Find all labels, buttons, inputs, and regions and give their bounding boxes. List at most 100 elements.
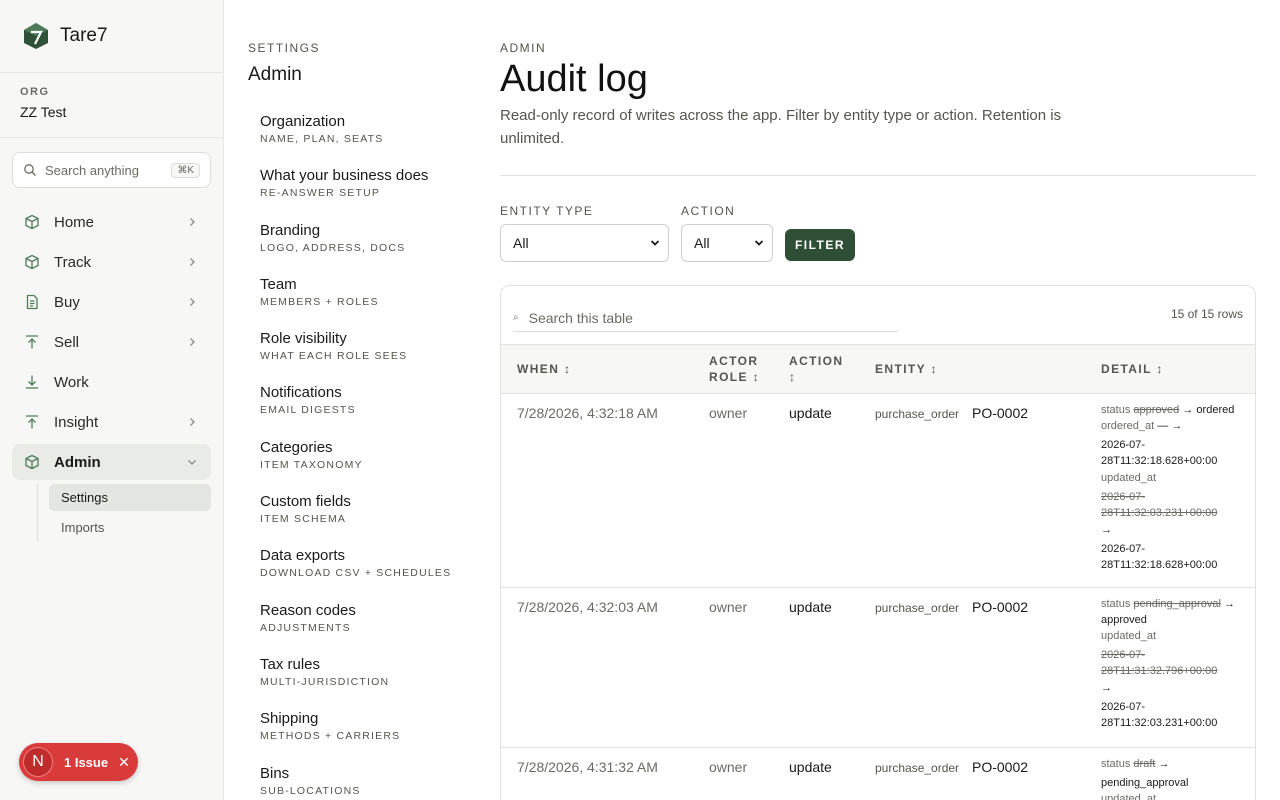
detail-new: approved (1101, 614, 1147, 626)
nav-item-work[interactable]: Work (12, 364, 211, 400)
settings-item-name: Organization (260, 113, 346, 130)
column-header-action[interactable]: ACTION ↕ (789, 353, 843, 385)
arrow-icon: → (1223, 598, 1235, 610)
nav-item-track[interactable]: Track (12, 244, 211, 280)
cell-entity-id[interactable]: PO-0002 (972, 759, 1028, 775)
table-row[interactable]: 7/28/2026, 4:32:03 AM owner update purch… (501, 588, 1255, 748)
close-icon[interactable]: ✕ (118, 754, 130, 771)
nav-label: Home (54, 213, 95, 231)
cell-detail: status approved → ordered ordered_at — →… (1101, 402, 1253, 574)
settings-item-shipping[interactable]: Shipping METHODS + CARRIERS (260, 710, 470, 764)
cell-when: 7/28/2026, 4:32:03 AM (517, 599, 658, 615)
cell-role: owner (709, 405, 748, 421)
sidebar: Tare7 ORG ZZ Test Search anything ⌘K Hom… (0, 0, 224, 800)
settings-kicker: SETTINGS (248, 41, 321, 55)
settings-item-categories[interactable]: Categories ITEM TAXONOMY (260, 439, 470, 493)
chevron-right-icon (190, 298, 195, 306)
detail-old: 2026-07-28T11:31:32.796+00:00 (1101, 649, 1218, 677)
nav-item-admin[interactable]: Admin (12, 444, 211, 480)
action-select[interactable]: All (681, 224, 773, 262)
column-header-line: ACTOR (709, 354, 759, 368)
search-icon (24, 164, 36, 176)
settings-item-reason-codes[interactable]: Reason codes ADJUSTMENTS (260, 602, 470, 656)
issues-badge[interactable]: N 1 Issue ✕ (19, 743, 138, 781)
settings-item-name: Custom fields (260, 493, 351, 511)
settings-item-custom-fields[interactable]: Custom fields ITEM SCHEMA (260, 493, 470, 547)
table-row[interactable]: 7/28/2026, 4:31:32 AM owner update purch… (501, 748, 1255, 800)
subnav-item-settings[interactable]: Settings (49, 484, 211, 511)
main-nav: Home Track Buy Sell Work Insight Admin S… (0, 204, 223, 541)
settings-item-role-visibility[interactable]: Role visibility WHAT EACH ROLE SEES (260, 330, 470, 384)
arrow-icon: → (1101, 682, 1112, 694)
detail-key: status (1101, 758, 1131, 770)
divider (500, 175, 1256, 176)
column-header-entity[interactable]: ENTITY ↕ (875, 361, 938, 377)
settings-item-desc: MULTI-JURISDICTION (260, 675, 390, 688)
settings-item-branding[interactable]: Branding LOGO, ADDRESS, DOCS (260, 222, 470, 276)
detail-new: 2026-07-28T11:32:18.628+00:00 (1101, 543, 1218, 571)
settings-item-tax-rules[interactable]: Tax rules MULTI-JURISDICTION (260, 656, 470, 710)
subnav-item-imports[interactable]: Imports (49, 514, 211, 541)
settings-item-name: Role visibility (260, 330, 347, 348)
table-row[interactable]: 7/28/2026, 4:32:18 AM owner update purch… (501, 394, 1255, 588)
settings-item-name: Branding (260, 221, 321, 239)
settings-item-desc: MEMBERS + ROLES (260, 295, 379, 308)
arrow-icon: → (1171, 420, 1183, 432)
detail-old: draft (1133, 758, 1156, 770)
cell-when: 7/28/2026, 4:31:32 AM (517, 759, 658, 775)
table-search-placeholder: Search this table (528, 309, 633, 326)
detail-new: ordered (1196, 404, 1235, 416)
filter-button[interactable]: FILTER (785, 229, 855, 261)
detail-key: status (1101, 598, 1131, 610)
settings-item-bins[interactable]: Bins SUB-LOCATIONS (260, 765, 470, 800)
settings-title: Admin (248, 64, 302, 85)
table-search-input[interactable]: ⌕ Search this table (513, 304, 898, 332)
detail-line: status approved → ordered (1101, 402, 1253, 418)
cell-action: update (789, 759, 832, 775)
detail-key: ordered_at (1101, 420, 1155, 432)
settings-list: Organization NAME, PLAN, SEATS What your … (260, 113, 470, 800)
detail-key: updated_at (1101, 793, 1157, 800)
upload-icon (26, 415, 38, 429)
settings-item-desc: METHODS + CARRIERS (260, 730, 401, 743)
column-header-line: ↕ (789, 370, 797, 384)
org-switcher[interactable]: ORG ZZ Test (0, 73, 223, 138)
page-title: Audit log (500, 58, 648, 100)
detail-old: 2026-07-28T11:32:03.231+00:00 (1101, 491, 1218, 519)
cell-entity-id[interactable]: PO-0002 (972, 599, 1028, 615)
global-search[interactable]: Search anything ⌘K (12, 152, 211, 188)
arrow-icon: → (1182, 404, 1194, 416)
column-header-when[interactable]: WHEN ↕ (517, 361, 571, 377)
settings-item-business[interactable]: What your business does RE-ANSWER SETUP (260, 167, 470, 221)
detail-old: pending_approval (1133, 598, 1221, 610)
settings-item-organization[interactable]: Organization NAME, PLAN, SEATS (260, 113, 470, 167)
entity-type-select[interactable]: All (500, 224, 669, 262)
settings-item-notifications[interactable]: Notifications EMAIL DIGESTS (260, 384, 470, 438)
entity-type-label: ENTITY TYPE (500, 204, 594, 218)
nav-item-insight[interactable]: Insight (12, 404, 211, 440)
detail-line: status pending_approval → (1101, 596, 1253, 612)
download-icon (26, 375, 38, 389)
settings-item-desc: EMAIL DIGESTS (260, 404, 356, 417)
settings-item-desc: RE-ANSWER SETUP (260, 187, 381, 200)
chevron-down-icon (188, 460, 196, 465)
cell-entity-id[interactable]: PO-0002 (972, 405, 1028, 421)
admin-subnav: Settings Imports (37, 484, 223, 541)
column-header-detail[interactable]: DETAIL ↕ (1101, 361, 1164, 377)
search-placeholder: Search anything (45, 162, 139, 178)
cell-entity-type: purchase_order (875, 761, 960, 775)
column-header-actor-role[interactable]: ACTOR ROLE ↕ (709, 353, 760, 385)
settings-item-data-exports[interactable]: Data exports DOWNLOAD CSV + SCHEDULES (260, 547, 470, 601)
nav-item-sell[interactable]: Sell (12, 324, 211, 360)
issue-avatar: N (23, 747, 53, 777)
chevron-down-icon (650, 240, 660, 246)
settings-item-name: Bins (260, 764, 290, 782)
detail-key: updated_at (1101, 472, 1157, 484)
table-header: WHEN ↕ ACTOR ROLE ↕ ACTION ↕ ENTITY ↕ DE… (501, 344, 1255, 394)
nav-item-home[interactable]: Home (12, 204, 211, 240)
brand[interactable]: Tare7 (0, 0, 223, 73)
settings-item-team[interactable]: Team MEMBERS + ROLES (260, 276, 470, 330)
settings-item-desc: ITEM SCHEMA (260, 513, 347, 526)
nav-item-buy[interactable]: Buy (12, 284, 211, 320)
brand-name: Tare7 (60, 25, 108, 46)
